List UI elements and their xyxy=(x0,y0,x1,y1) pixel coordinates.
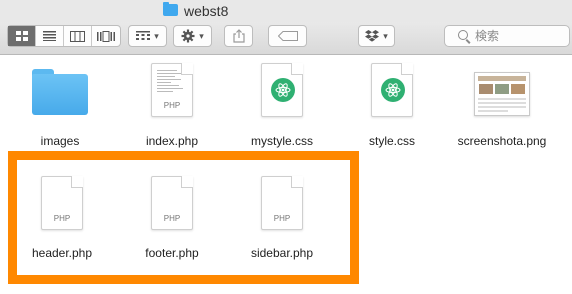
tag-icon xyxy=(277,31,298,41)
chevron-down-icon: ▾ xyxy=(154,30,159,41)
view-mode-segmented-control xyxy=(7,25,121,47)
share-button[interactable] xyxy=(224,25,253,47)
file-item-index-php[interactable]: PHP index.php xyxy=(127,63,217,148)
tag-button[interactable] xyxy=(268,25,307,47)
gallery-view-button[interactable] xyxy=(92,26,120,46)
grid-icon xyxy=(15,31,28,41)
list-icon xyxy=(43,31,56,41)
search-field[interactable] xyxy=(444,25,570,47)
image-thumbnail-icon xyxy=(474,72,530,116)
group-icon xyxy=(136,31,151,40)
column-view-button[interactable] xyxy=(64,26,92,46)
share-icon xyxy=(232,29,245,43)
toolbar: ▾ ▾ ▾ 検索 xyxy=(0,22,572,55)
chevron-down-icon: ▾ xyxy=(199,30,204,41)
search-input[interactable] xyxy=(475,28,565,44)
file-name: mystyle.css xyxy=(250,134,313,148)
file-item-screenshota-png[interactable]: screenshota.png xyxy=(457,72,547,148)
folder-icon xyxy=(32,69,88,115)
css-file-icon xyxy=(261,63,303,117)
atom-editor-icon xyxy=(381,78,405,102)
dropbox-button[interactable]: ▾ xyxy=(358,25,395,47)
window-title: webst8 xyxy=(184,3,229,19)
file-name: index.php xyxy=(145,134,199,148)
action-button[interactable]: ▾ xyxy=(173,25,212,47)
list-view-button[interactable] xyxy=(36,26,64,46)
dropbox-icon xyxy=(365,30,380,42)
gear-icon xyxy=(181,29,195,43)
search-icon xyxy=(458,30,468,40)
gallery-icon xyxy=(97,30,115,42)
file-item-images[interactable]: images xyxy=(15,69,105,148)
chevron-down-icon: ▾ xyxy=(383,30,388,41)
file-name: screenshota.png xyxy=(457,134,547,148)
finder-window: webst8 ▾ ▾ ▾ 検索 images PHP index.php mys… xyxy=(0,0,572,294)
folder-icon xyxy=(163,2,178,16)
file-name: style.css xyxy=(368,134,415,148)
group-button[interactable]: ▾ xyxy=(128,25,167,47)
file-item-style-css[interactable]: style.css xyxy=(347,63,437,148)
title-bar: webst8 xyxy=(0,0,572,22)
php-file-icon: PHP xyxy=(151,63,193,117)
highlight-box xyxy=(8,151,359,284)
icon-view-button[interactable] xyxy=(8,26,36,46)
css-file-icon xyxy=(371,63,413,117)
file-item-mystyle-css[interactable]: mystyle.css xyxy=(237,63,327,148)
atom-editor-icon xyxy=(271,78,295,102)
file-name: images xyxy=(40,134,80,148)
columns-icon xyxy=(70,30,85,42)
